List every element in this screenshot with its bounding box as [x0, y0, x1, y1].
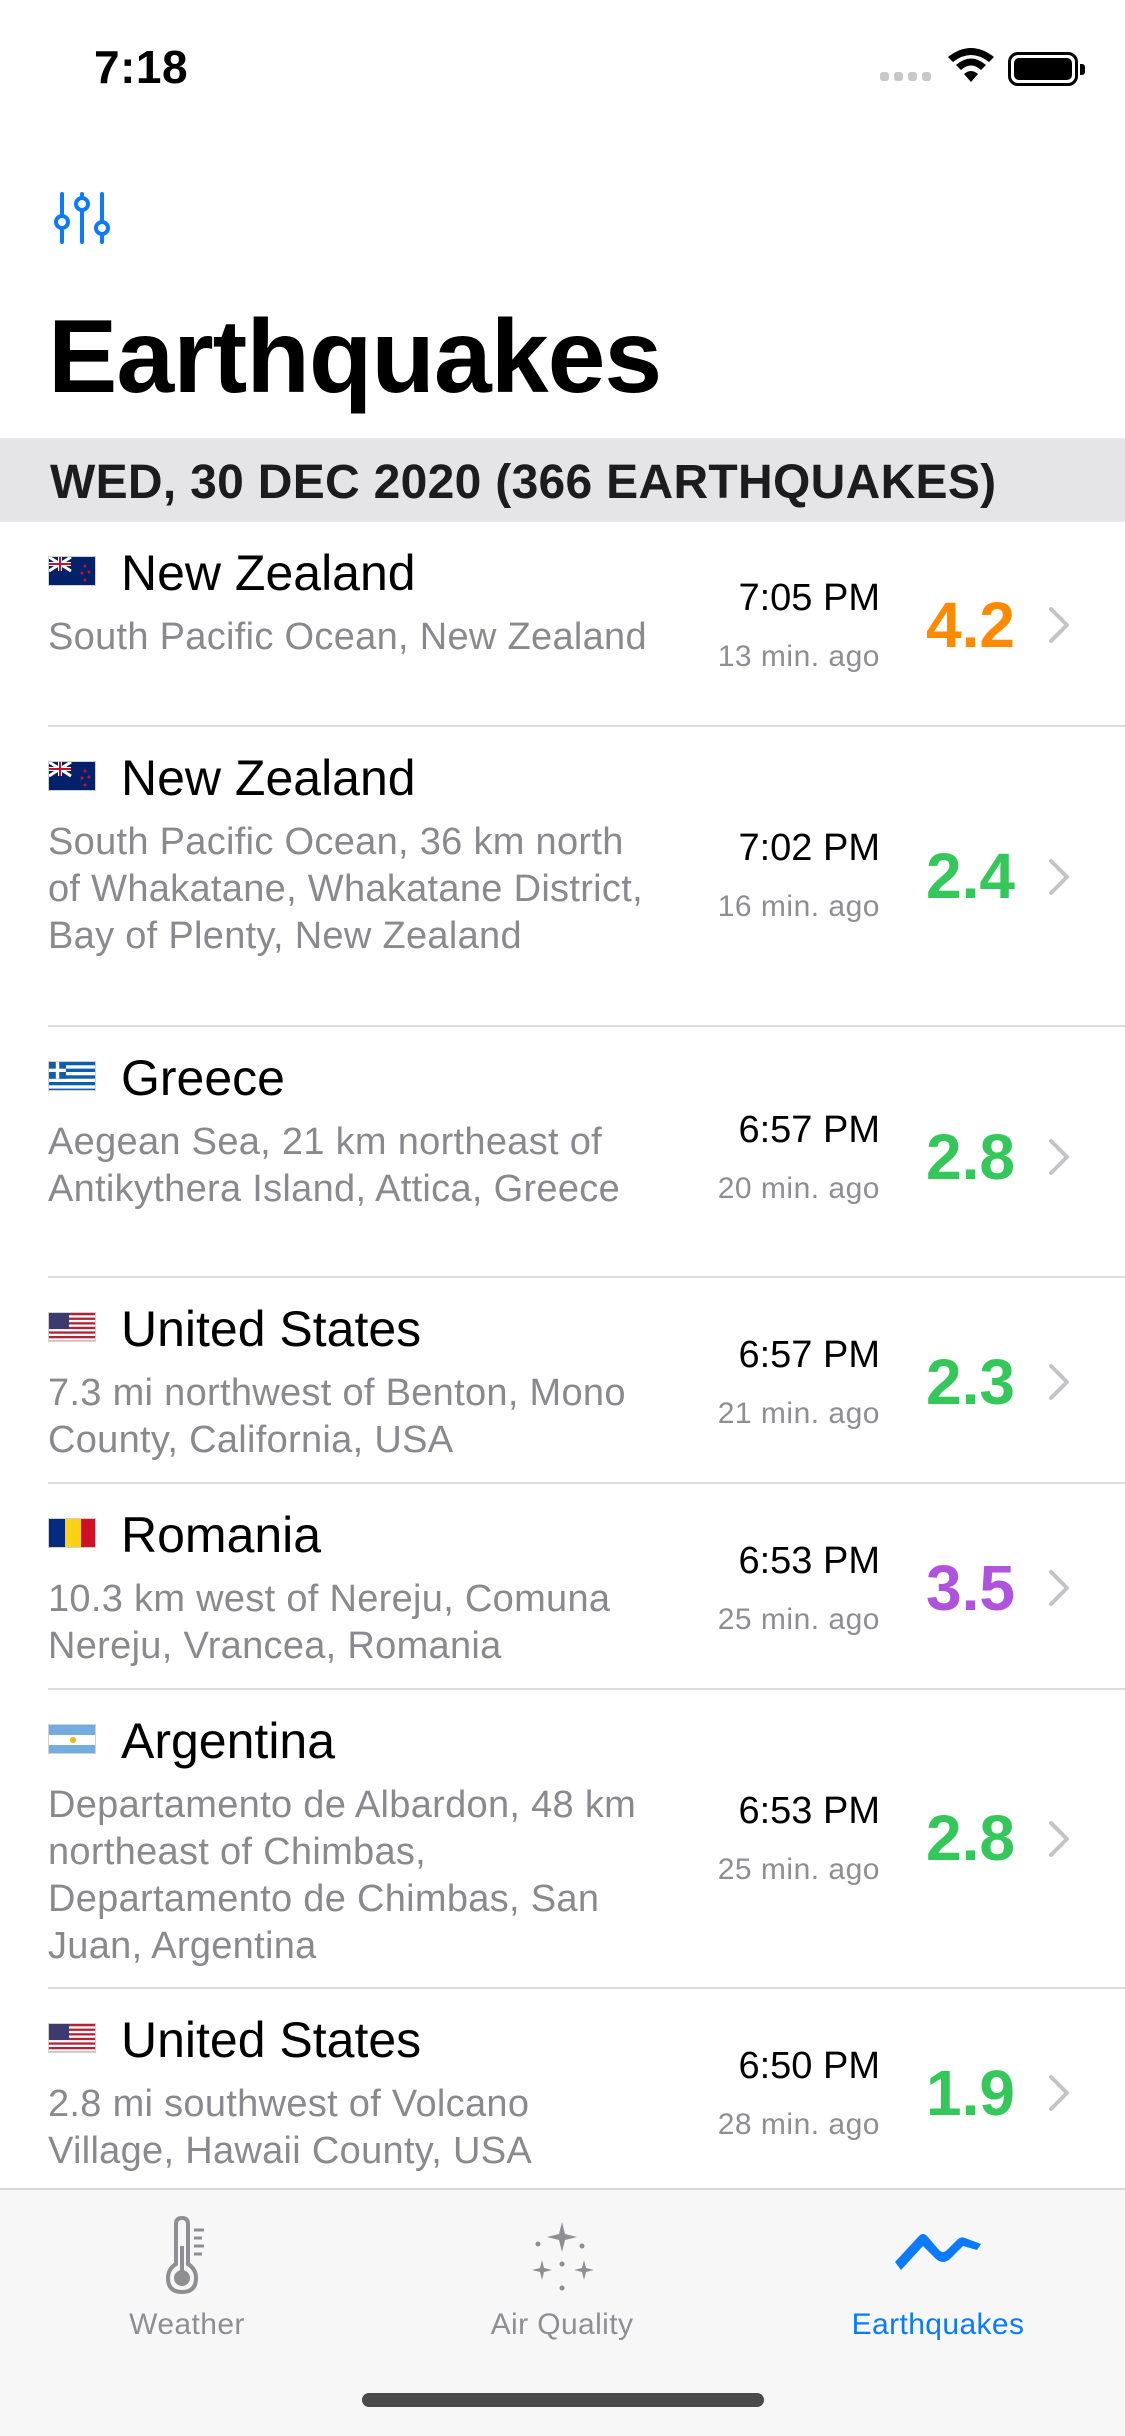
section-date-label: WED, 30 DEC 2020 (366 EARTHQUAKES) — [50, 456, 997, 509]
status-time: 7:18 — [94, 41, 189, 93]
country-name: New Zealand — [121, 750, 416, 806]
chevron-right-icon — [1049, 1821, 1069, 1857]
country-name: Argentina — [121, 1713, 336, 1769]
region-description: South Pacific Ocean, 36 km north of Whak… — [48, 821, 643, 957]
country-name: New Zealand — [121, 545, 416, 601]
country-name: United States — [121, 2012, 422, 2068]
chevron-right-icon — [1049, 2075, 1069, 2111]
tab-earthquakes[interactable]: Earthquakes — [788, 2190, 1088, 2360]
tab-label: Air Quality — [490, 2308, 634, 2341]
region-description: South Pacific Ocean, New Zealand — [48, 616, 647, 658]
country-name: Romania — [121, 1507, 322, 1563]
status-bar: 7:18 — [0, 0, 1125, 140]
time-ago: 13 min. ago — [717, 640, 880, 673]
tab-weather[interactable]: Weather — [37, 2190, 337, 2360]
time-ago: 25 min. ago — [717, 1853, 880, 1886]
quake-time: 6:57 PM — [738, 1334, 880, 1376]
country-name: Greece — [121, 1050, 285, 1106]
seismic-wave-icon — [895, 2234, 981, 2270]
quake-time: 7:02 PM — [738, 827, 880, 869]
time-ago: 25 min. ago — [717, 1603, 880, 1636]
magnitude-value: 3.5 — [926, 1552, 1015, 1624]
cellular-signal-icon — [880, 72, 932, 82]
quake-time: 6:50 PM — [738, 2045, 880, 2087]
time-ago: 16 min. ago — [717, 890, 880, 923]
magnitude-value: 2.8 — [926, 1121, 1015, 1193]
chevron-right-icon — [1049, 1139, 1069, 1175]
earthquake-row[interactable]: Romania 10.3 km west of Nereju, Comuna N… — [0, 1484, 1125, 1690]
region-description: 7.3 mi northwest of Benton, Mono County,… — [48, 1372, 626, 1461]
quake-time: 6:53 PM — [738, 1790, 880, 1832]
magnitude-value: 1.9 — [926, 2057, 1015, 2129]
argentina-flag-icon — [48, 1724, 96, 1754]
battery-icon — [1008, 52, 1085, 86]
country-name: United States — [121, 1301, 422, 1357]
earthquake-row[interactable]: Argentina Departamento de Albardon, 48 k… — [0, 1690, 1125, 1989]
tab-label: Weather — [129, 2308, 245, 2341]
greece-flag-icon — [48, 1061, 96, 1091]
tab-air-quality[interactable]: Air Quality — [412, 2190, 712, 2360]
earthquake-row[interactable]: Greece Aegean Sea, 21 km northeast of An… — [0, 1027, 1125, 1278]
section-header: WED, 30 DEC 2020 (366 EARTHQUAKES) — [0, 438, 1125, 522]
quake-time: 6:57 PM — [738, 1109, 880, 1151]
magnitude-value: 2.3 — [926, 1346, 1015, 1418]
region-description: 2.8 mi southwest of Volcano Village, Haw… — [48, 2083, 533, 2172]
home-indicator[interactable] — [362, 2393, 764, 2407]
earthquake-list[interactable]: New Zealand South Pacific Ocean, New Zea… — [0, 522, 1125, 2188]
earthquake-row[interactable]: New Zealand South Pacific Ocean, 36 km n… — [0, 727, 1125, 1027]
chevron-right-icon — [1049, 859, 1069, 895]
tab-label: Earthquakes — [851, 2308, 1025, 2341]
earthquake-row[interactable]: United States 7.3 mi northwest of Benton… — [0, 1278, 1125, 1484]
chevron-right-icon — [1049, 1570, 1069, 1606]
magnitude-value: 4.2 — [926, 589, 1015, 661]
earthquake-row[interactable]: New Zealand South Pacific Ocean, New Zea… — [0, 522, 1125, 727]
sparkles-icon — [532, 2222, 594, 2291]
quake-time: 7:05 PM — [738, 577, 880, 619]
united-states-flag-icon — [48, 1312, 96, 1342]
time-ago: 28 min. ago — [717, 2108, 880, 2141]
time-ago: 20 min. ago — [717, 1172, 880, 1205]
page-title: Earthquakes — [48, 299, 662, 415]
new-zealand-flag-icon — [48, 761, 96, 791]
quake-time: 6:53 PM — [738, 1540, 880, 1582]
chevron-right-icon — [1049, 607, 1069, 643]
magnitude-value: 2.8 — [926, 1802, 1015, 1874]
united-states-flag-icon — [48, 2023, 96, 2053]
magnitude-value: 2.4 — [926, 840, 1015, 912]
time-ago: 21 min. ago — [717, 1397, 880, 1430]
chevron-right-icon — [1049, 1364, 1069, 1400]
region-description: Aegean Sea, 21 km northeast of Antikythe… — [48, 1121, 621, 1210]
region-description: 10.3 km west of Nereju, Comuna Nereju, V… — [48, 1578, 611, 1667]
thermometer-icon — [165, 2216, 204, 2295]
filter-sliders-icon[interactable] — [52, 190, 112, 246]
region-description: Departamento de Albardon, 48 km northeas… — [48, 1784, 637, 1967]
wifi-icon — [948, 48, 994, 82]
earthquake-row[interactable]: United States 2.8 mi southwest of Volcan… — [0, 1989, 1125, 2188]
new-zealand-flag-icon — [48, 556, 96, 586]
romania-flag-icon — [48, 1518, 96, 1548]
